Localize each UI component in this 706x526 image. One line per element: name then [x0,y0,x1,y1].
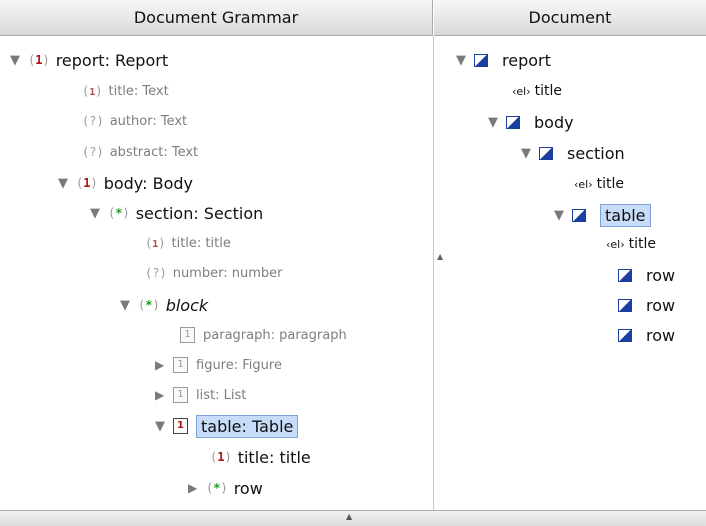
multiplicity-badge: (1) [82,84,103,98]
document-pane-header[interactable]: Document [434,0,706,36]
bottom-resize-bar[interactable]: ▲ [0,510,706,526]
attribute-el-icon: ‹el› [574,177,593,191]
tree-row-label: title: title [171,235,231,251]
multiplicity-box: 1 [173,357,188,373]
disclosure-open-icon[interactable]: ▼ [155,419,173,434]
element-icon [539,146,553,160]
grammar-tree[interactable]: ▼ (1) report: Report (1) title: Text (?)… [0,36,433,510]
element-icon [506,115,520,129]
tree-row-label: body: Body [103,173,193,193]
tree-row-number[interactable]: (?) number: number [145,259,282,287]
tree-row-abstract[interactable]: (?) abstract: Text [82,138,198,166]
multiplicity-badge: (?) [82,145,104,159]
tree-row-table-title[interactable]: (1) title: title [210,443,311,471]
tree-row-title[interactable]: (1) title: Text [82,77,169,105]
tree-row-label: section: Section [135,203,264,223]
multiplicity-badge: (1) [145,236,166,250]
tree-row-label: list: List [196,387,247,403]
tree-row-label: block [165,295,209,315]
doc-row-label: title [534,83,562,99]
doc-row-label: title [628,236,656,252]
tree-row-author[interactable]: (?) author: Text [82,107,187,135]
multiplicity-box: 1 [173,418,188,434]
multiplicity-badge: (?) [82,114,104,128]
attribute-el-icon: ‹el› [512,84,531,98]
tree-row-paragraph[interactable]: 1 paragraph: paragraph [180,321,347,349]
doc-row-title[interactable]: ‹el› title [512,77,562,105]
attribute-el-icon: ‹el› [606,237,625,251]
multiplicity-box: 1 [173,387,188,403]
disclosure-open-icon[interactable]: ▼ [10,53,28,68]
tree-row-label: title: title [237,447,311,467]
tree-row-label: report: Report [55,50,169,70]
disclosure-closed-icon[interactable]: ▶ [188,481,206,495]
tree-row-label: abstract: Text [109,144,199,160]
tree-row-row[interactable]: ▶ (*) row [188,474,263,502]
tree-row-body[interactable]: ▼ (1) body: Body [58,169,193,197]
element-icon [618,268,632,282]
doc-row-label: row [646,325,676,345]
tree-row-section[interactable]: ▼ (*) section: Section [90,199,263,227]
doc-row-label: title [596,176,624,192]
doc-row-row[interactable]: row [618,261,675,289]
multiplicity-badge: (1) [76,176,98,190]
tree-row-report[interactable]: ▼ (1) report: Report [10,46,168,74]
disclosure-open-icon[interactable]: ▼ [554,208,572,223]
doc-row-report[interactable]: ▼ report [456,46,551,74]
disclosure-open-icon[interactable]: ▼ [90,206,108,221]
document-tree[interactable]: ▼ report ‹el› title ▼ body ▼ section ‹el… [434,36,706,510]
element-icon [474,53,488,67]
tree-row-section-title[interactable]: (1) title: title [145,229,231,257]
doc-row-row[interactable]: row [618,291,675,319]
tree-row-label: paragraph: paragraph [203,327,347,343]
doc-row-body[interactable]: ▼ body [488,108,574,136]
multiplicity-box: 1 [180,327,195,343]
tree-row-table[interactable]: ▼ 1 table: Table [155,412,299,440]
multiplicity-badge: (1) [28,53,50,67]
disclosure-open-icon[interactable]: ▼ [521,146,539,161]
doc-row-label-selected: table [600,203,651,227]
tree-row-label: row [233,478,263,498]
doc-row-table-title[interactable]: ‹el› title [606,230,656,258]
tree-row-figure[interactable]: ▶ 1 figure: Figure [155,351,282,379]
doc-row-label: section [567,143,625,163]
doc-row-table[interactable]: ▼ table [554,201,651,229]
tree-row-block[interactable]: ▼ (*) block [120,291,208,319]
multiplicity-badge: (1) [210,450,232,464]
disclosure-open-icon[interactable]: ▼ [58,176,76,191]
doc-row-section[interactable]: ▼ section [521,139,625,167]
tree-row-label: figure: Figure [196,357,282,373]
disclosure-closed-icon[interactable]: ▶ [155,358,173,372]
tree-row-list[interactable]: ▶ 1 list: List [155,381,246,409]
doc-row-row[interactable]: row [618,321,675,349]
disclosure-open-icon[interactable]: ▼ [456,53,474,68]
multiplicity-badge: (*) [108,206,130,220]
tree-row-label: author: Text [109,113,188,129]
tree-row-label-selected: table: Table [196,414,299,438]
doc-row-label: row [646,265,676,285]
element-icon [618,298,632,312]
doc-row-label: report [502,50,551,70]
doc-row-label: row [646,295,676,315]
multiplicity-badge: (?) [145,266,167,280]
disclosure-closed-icon[interactable]: ▶ [155,388,173,402]
multiplicity-badge: (*) [206,481,228,495]
resize-grip-icon[interactable]: ▲ [346,512,352,521]
element-icon [618,328,632,342]
disclosure-open-icon[interactable]: ▼ [488,115,506,130]
element-icon [572,208,586,222]
grammar-pane-header[interactable]: Document Grammar [0,0,433,36]
disclosure-open-icon[interactable]: ▼ [120,298,138,313]
doc-row-label: body [534,112,574,132]
tree-row-label: number: number [172,265,283,281]
doc-row-section-title[interactable]: ‹el› title [574,170,624,198]
multiplicity-badge: (*) [138,298,160,312]
tree-row-label: title: Text [108,83,169,99]
